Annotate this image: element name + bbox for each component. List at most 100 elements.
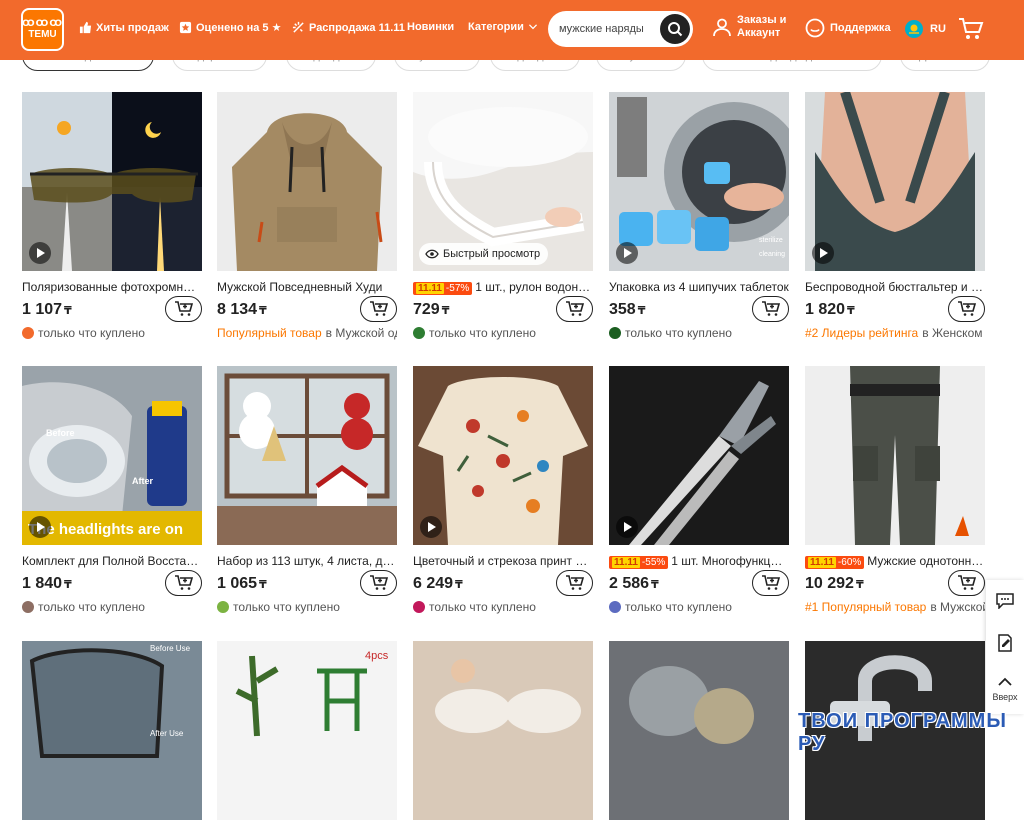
product-image[interactable]	[413, 366, 593, 545]
product-image[interactable]: sterilize cleaning	[609, 92, 789, 271]
cart-icon[interactable]	[958, 17, 984, 41]
purchase-status: только что куплено	[609, 600, 789, 614]
temu-logo[interactable]: ꝎꝎꝎ TEMU	[21, 8, 64, 51]
status-text: только что куплено	[233, 600, 340, 614]
price-value: 2 586	[609, 575, 650, 592]
add-to-cart-button[interactable]	[360, 296, 397, 322]
purchase-status: только что куплено	[413, 600, 593, 614]
add-to-cart-button[interactable]	[948, 296, 985, 322]
chevron-down-icon	[528, 24, 537, 30]
product-title[interactable]: Набор из 113 штук, 4 листа, декор	[217, 554, 397, 568]
product-image[interactable]: Before Use After Use	[22, 641, 202, 820]
image-caption: Before Use	[150, 644, 191, 653]
add-to-cart-button[interactable]	[948, 570, 985, 596]
product-price: 10 292 ₸	[805, 575, 864, 593]
product-image[interactable]	[217, 366, 397, 545]
price-value: 1 065	[217, 575, 258, 592]
orders-account[interactable]: Заказы и Аккаунт	[712, 14, 786, 40]
sale-tag: 11.11	[612, 557, 640, 568]
search-input[interactable]	[559, 23, 659, 35]
search-button[interactable]	[660, 14, 690, 44]
product-title[interactable]: 11.11-55%1 шт. Многофункциональные клещи	[609, 554, 789, 569]
video-play-icon[interactable]	[420, 516, 442, 538]
add-to-cart-icon	[369, 301, 388, 316]
search-bar[interactable]	[548, 11, 693, 47]
back-to-top-button[interactable]: Вверх	[986, 664, 1024, 714]
product-image[interactable]	[413, 641, 593, 820]
add-to-cart-button[interactable]	[556, 570, 593, 596]
discount-value: -55%	[641, 557, 666, 568]
popular-status: Популярный товарв Мужской одежде	[217, 326, 397, 340]
product-image[interactable]	[22, 92, 202, 271]
nav-bestsellers[interactable]: Хиты продаж	[79, 21, 169, 34]
discount-badge: 11.11 -60%	[805, 556, 865, 569]
product-title[interactable]: 11.11-60%Мужские однотонные брюки карго	[805, 554, 985, 569]
product-title[interactable]: 11.11-57%1 шт., рулон водонепроницаемой …	[413, 280, 593, 295]
rating-icon	[179, 21, 192, 34]
quick-view-label: Быстрый просмотр	[443, 248, 541, 260]
product-image[interactable]	[805, 366, 985, 545]
price-value: 1 840	[22, 575, 63, 592]
product-title[interactable]: Поляризованные фотохромные очки	[22, 280, 202, 294]
product-image[interactable]: Before After The headlights are on	[22, 366, 202, 545]
status-text: только что куплено	[429, 600, 536, 614]
currency-symbol: ₸	[441, 305, 450, 317]
product-price: 1 107 ₸	[22, 301, 72, 319]
nav-new[interactable]: Новинки	[407, 21, 454, 33]
currency-symbol: ₸	[64, 579, 72, 591]
video-play-icon[interactable]	[616, 516, 638, 538]
feedback-button[interactable]	[986, 622, 1024, 664]
sale-icon	[292, 21, 304, 33]
nav-categories[interactable]: Категории	[468, 21, 538, 33]
nav-sale[interactable]: Распродажа 11.11	[292, 21, 405, 34]
product-image[interactable]	[805, 92, 985, 271]
purchase-status: только что куплено	[609, 326, 789, 340]
add-to-cart-button[interactable]	[752, 570, 789, 596]
status-text: только что куплено	[38, 600, 145, 614]
product-image[interactable]	[217, 92, 397, 271]
price-value: 8 134	[217, 301, 258, 318]
currency-symbol: ₸	[455, 579, 463, 591]
nav-five-star[interactable]: Оценено на 5 ★	[179, 21, 281, 34]
edit-icon	[998, 634, 1012, 652]
discount-badge: 11.11 -57%	[413, 282, 473, 295]
product-title[interactable]: Мужской Повседневный Худи	[217, 280, 397, 294]
popular-status: #2 Лидеры рейтингав Женском белье	[805, 326, 985, 340]
top-header: ꝎꝎꝎ TEMU Хиты продаж Оценено на 5 ★ Расп…	[0, 0, 1024, 60]
nav-sale-label: Распродажа 11.11	[309, 21, 405, 34]
product-image[interactable]: 4pcs	[217, 641, 397, 820]
product-image[interactable]	[609, 366, 789, 545]
language-selector[interactable]: RU	[904, 19, 946, 39]
product-title[interactable]: Цветочный и стрекоза принт свитер	[413, 554, 593, 568]
product-price: 6 249 ₸	[413, 575, 463, 593]
video-play-icon[interactable]	[29, 516, 51, 538]
add-to-cart-icon	[761, 301, 780, 316]
product-title[interactable]: Упаковка из 4 шипучих таблеток	[609, 280, 789, 294]
purchase-status: только что куплено	[22, 600, 202, 614]
buyer-avatar	[413, 327, 425, 339]
purchase-status: только что куплено	[22, 326, 202, 340]
add-to-cart-icon	[761, 575, 780, 590]
quick-view-button[interactable]: Быстрый просмотр	[419, 243, 549, 265]
status-text: #1 Популярный товар	[805, 600, 927, 614]
video-play-icon[interactable]	[616, 242, 638, 264]
video-play-icon[interactable]	[812, 242, 834, 264]
support-link[interactable]: Поддержка	[805, 18, 891, 38]
product-image[interactable]	[609, 641, 789, 820]
product-title[interactable]: Комплект для Полной Восстановки фар	[22, 554, 202, 568]
thumbs-up-icon	[79, 21, 92, 34]
add-to-cart-icon	[957, 301, 976, 316]
add-to-cart-button[interactable]	[360, 570, 397, 596]
buyer-avatar	[609, 327, 621, 339]
status-text: Популярный товар	[217, 326, 322, 340]
add-to-cart-button[interactable]	[165, 296, 202, 322]
status-text: только что куплено	[625, 600, 732, 614]
add-to-cart-button[interactable]	[556, 296, 593, 322]
product-title[interactable]: Беспроводной бюстгальтер и топ	[805, 280, 985, 294]
add-to-cart-button[interactable]	[752, 296, 789, 322]
video-play-icon[interactable]	[29, 242, 51, 264]
product-image[interactable]: Быстрый просмотр	[413, 92, 593, 271]
price-value: 6 249	[413, 575, 454, 592]
chat-button[interactable]	[986, 580, 1024, 622]
add-to-cart-button[interactable]	[165, 570, 202, 596]
